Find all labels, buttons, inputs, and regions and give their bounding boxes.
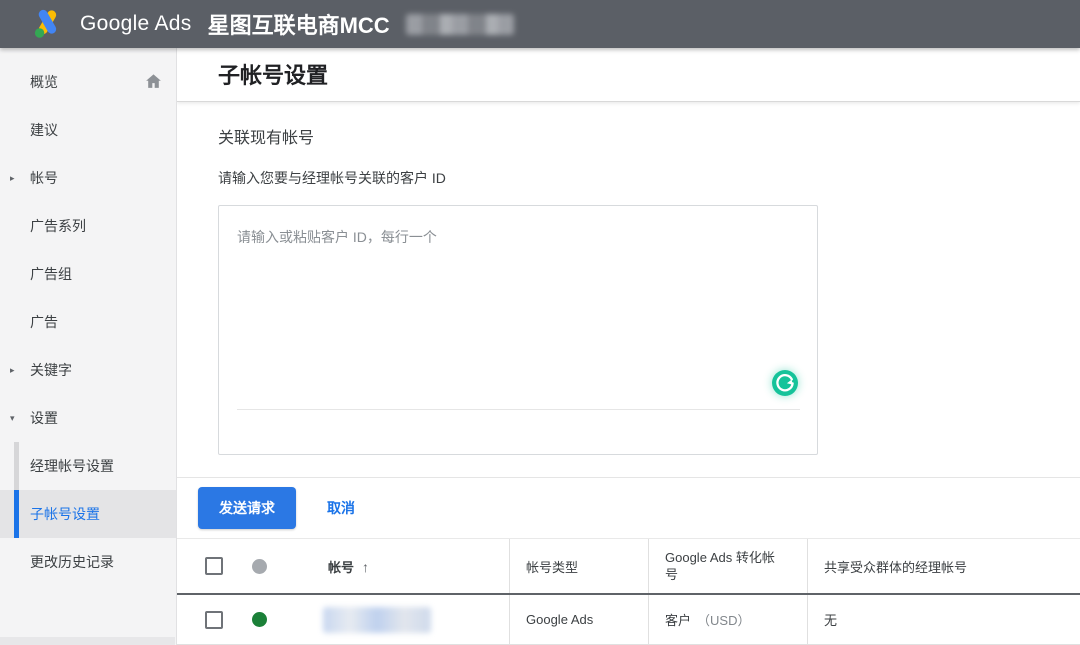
sidebar-item-label: 更改历史记录 bbox=[30, 552, 114, 572]
row-shared-audience-manager: 无 bbox=[807, 595, 1080, 644]
sidebar-item-sub-account-settings[interactable]: 子帐号设置 bbox=[0, 490, 176, 538]
table-row: Google Ads 客户 （USD） 无 bbox=[177, 595, 1080, 645]
google-ads-logo-icon[interactable] bbox=[30, 7, 66, 41]
top-app-bar: Google Ads 星图互联电商MCC bbox=[0, 0, 1080, 48]
status-column-dot-icon bbox=[252, 559, 267, 574]
header-account-type[interactable]: 帐号类型 bbox=[509, 539, 648, 593]
nav-rail-active bbox=[14, 490, 19, 538]
nav-rail bbox=[14, 442, 19, 490]
sidebar-item-ads[interactable]: 广告 bbox=[0, 298, 176, 346]
row-conversion-account: 客户 （USD） bbox=[648, 595, 807, 644]
input-underline bbox=[237, 409, 800, 410]
product-name: Google Ads bbox=[80, 12, 192, 36]
header-account-label: 帐号 bbox=[328, 560, 354, 575]
sidebar-item-overview[interactable]: 概览 bbox=[0, 58, 176, 106]
sidebar-item-label: 建议 bbox=[30, 120, 58, 140]
chevron-down-icon: ▾ bbox=[10, 413, 15, 424]
customer-id-input[interactable] bbox=[219, 206, 817, 371]
home-icon bbox=[144, 72, 163, 94]
sidebar-item-recommendations[interactable]: 建议 bbox=[0, 106, 176, 154]
header-account-sort[interactable]: 帐号 ↑ bbox=[328, 557, 369, 576]
cancel-button[interactable]: 取消 bbox=[327, 498, 355, 518]
row-account-cell bbox=[177, 595, 509, 644]
status-enabled-dot-icon bbox=[252, 612, 267, 627]
sidebar-item-ad-groups[interactable]: 广告组 bbox=[0, 250, 176, 298]
sidebar-item-label: 经理帐号设置 bbox=[30, 456, 114, 476]
sidebar-item-label: 设置 bbox=[30, 408, 58, 428]
sidebar-item-manager-account-settings[interactable]: 经理帐号设置 bbox=[0, 442, 176, 490]
header-conversion-account-label: Google Ads 转化帐号 bbox=[665, 549, 777, 583]
sidebar-item-settings[interactable]: ▾ 设置 bbox=[0, 394, 176, 442]
sidebar-item-accounts[interactable]: ▸ 帐号 bbox=[0, 154, 176, 202]
left-navigation: 概览 建议 ▸ 帐号 广告系列 广告组 广告 ▸ 关键字 ▾ 设置 bbox=[0, 48, 177, 645]
mcc-account-name: 星图互联电商MCC bbox=[208, 8, 390, 40]
page-title: 子帐号设置 bbox=[177, 48, 1080, 102]
sidebar-item-label: 广告 bbox=[30, 312, 58, 332]
send-request-button[interactable]: 发送请求 bbox=[198, 487, 296, 529]
table-header-row: 帐号 ↑ 帐号类型 Google Ads 转化帐号 共享受众群体的经理帐号 bbox=[177, 539, 1080, 595]
conversion-currency: （USD） bbox=[697, 610, 750, 629]
sub-accounts-table: 帐号 ↑ 帐号类型 Google Ads 转化帐号 共享受众群体的经理帐号 Goo… bbox=[177, 538, 1080, 645]
header-account-cell: 帐号 ↑ bbox=[177, 539, 509, 593]
sidebar-item-label: 概览 bbox=[30, 72, 58, 92]
row-account-type: Google Ads bbox=[509, 595, 648, 644]
sort-ascending-icon: ↑ bbox=[362, 559, 369, 575]
account-name-redacted[interactable] bbox=[323, 607, 431, 633]
conversion-account-type: 客户 bbox=[665, 610, 691, 629]
select-all-checkbox[interactable] bbox=[205, 557, 223, 575]
sidebar-item-label: 帐号 bbox=[30, 168, 58, 188]
sidebar-item-label: 子帐号设置 bbox=[30, 504, 100, 524]
sidebar-item-label: 广告组 bbox=[30, 264, 72, 284]
sidebar-item-keywords[interactable]: ▸ 关键字 bbox=[0, 346, 176, 394]
grammarly-icon[interactable] bbox=[772, 370, 798, 396]
chevron-right-icon: ▸ bbox=[10, 173, 15, 184]
row-checkbox[interactable] bbox=[205, 611, 223, 629]
form-actions: 发送请求 取消 bbox=[177, 478, 1080, 538]
sidebar-item-campaigns[interactable]: 广告系列 bbox=[0, 202, 176, 250]
link-accounts-section: 关联现有帐号 请输入您要与经理帐号关联的客户 ID bbox=[177, 102, 1080, 455]
main-content: 子帐号设置 关联现有帐号 请输入您要与经理帐号关联的客户 ID 发送请求 取消 bbox=[177, 48, 1080, 645]
customer-id-box bbox=[218, 205, 818, 455]
sidebar-item-label: 关键字 bbox=[30, 360, 72, 380]
sidebar-item-change-history[interactable]: 更改历史记录 bbox=[0, 538, 176, 586]
header-conversion-account[interactable]: Google Ads 转化帐号 bbox=[648, 539, 807, 593]
instruction-text: 请输入您要与经理帐号关联的客户 ID bbox=[218, 168, 1080, 188]
section-title: 关联现有帐号 bbox=[218, 124, 1080, 148]
header-shared-audience-manager[interactable]: 共享受众群体的经理帐号 bbox=[807, 539, 1080, 593]
chevron-right-icon: ▸ bbox=[10, 365, 15, 376]
account-id-redacted bbox=[406, 14, 514, 35]
sidebar-item-label: 广告系列 bbox=[30, 216, 86, 236]
